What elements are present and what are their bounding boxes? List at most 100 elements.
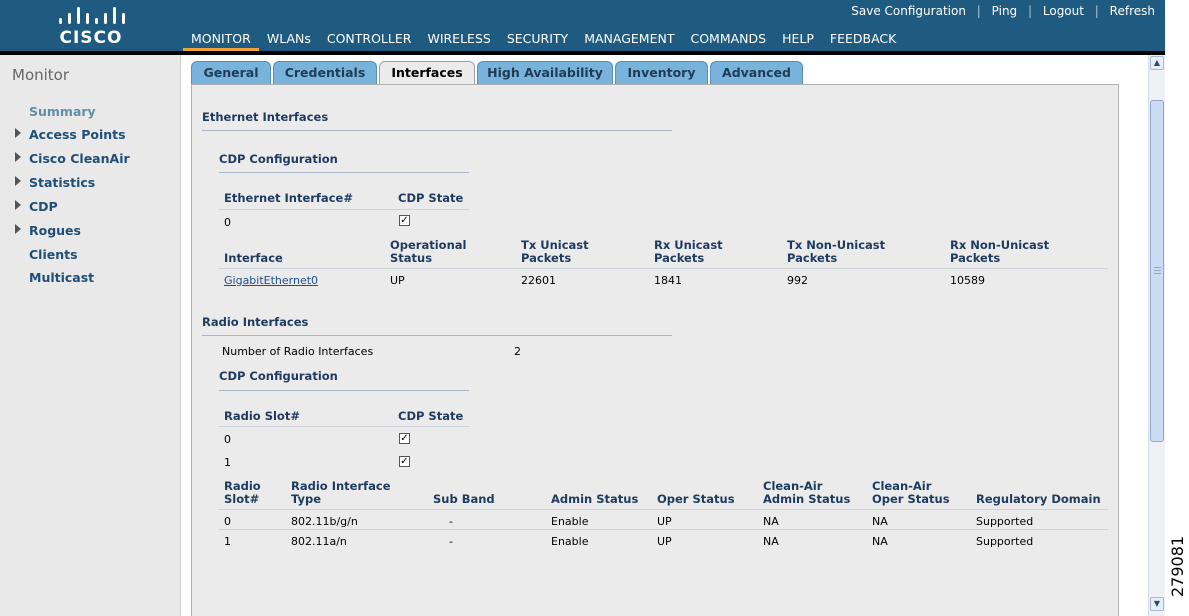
radio-interfaces-title: Radio Interfaces	[202, 315, 309, 329]
figure-number: 279081	[1168, 535, 1187, 597]
nav-management[interactable]: MANAGEMENT	[576, 31, 682, 51]
tab-general[interactable]: General	[191, 61, 271, 84]
oper-status-header: Oper Status	[657, 492, 735, 506]
cdp-state-checkbox[interactable]: ✓	[399, 456, 410, 467]
grip-line	[1154, 273, 1161, 274]
tx-unicast-header: Tx Unicast Packets	[521, 238, 589, 265]
divider	[219, 172, 469, 173]
sidebar-item-summary[interactable]: Summary	[29, 104, 96, 119]
ethernet-interfaces-title: Ethernet Interfaces	[202, 110, 329, 124]
nav-help[interactable]: HELP	[774, 31, 822, 51]
oper-status-value: UP	[657, 515, 672, 528]
ping-link[interactable]: Ping	[992, 4, 1018, 18]
sub-band-value: -	[449, 515, 453, 528]
radio-slot-value: 0	[224, 515, 231, 528]
radio-type-value: 802.11a/n	[291, 535, 347, 548]
radio-cdp-title: CDP Configuration	[219, 369, 338, 383]
tab-advanced[interactable]: Advanced	[710, 61, 803, 84]
sidebar: Monitor Summary Access Points Cisco Clea…	[0, 55, 181, 616]
cisco-logo: CISCO	[55, 6, 127, 48]
sidebar-item-clients[interactable]: Clients	[29, 247, 78, 262]
sidebar-item-cisco-cleanair[interactable]: Cisco CleanAir	[29, 151, 130, 166]
divider	[219, 529, 1108, 530]
vertical-scrollbar[interactable]: ▲ ▼	[1148, 55, 1165, 616]
divider	[219, 268, 1108, 269]
radio-slot-number: 0	[224, 433, 231, 446]
sidebar-item-access-points[interactable]: Access Points	[29, 127, 126, 142]
nav-wlans[interactable]: WLANs	[259, 31, 319, 51]
oper-status-value: UP	[657, 535, 672, 548]
cdp-state-checkbox[interactable]: ✓	[399, 433, 410, 444]
cleanair-oper-value: NA	[872, 515, 888, 528]
grip-line	[1154, 267, 1161, 268]
nav-wireless[interactable]: WIRELESS	[419, 31, 498, 51]
rx-unicast-header: Rx Unicast Packets	[654, 238, 723, 265]
scroll-up-icon[interactable]: ▲	[1150, 56, 1164, 70]
nav-monitor[interactable]: MONITOR	[183, 31, 259, 51]
scrollbar-thumb[interactable]	[1150, 100, 1164, 442]
expand-arrow-icon[interactable]	[15, 128, 21, 138]
tab-interfaces[interactable]: Interfaces	[379, 61, 475, 85]
sidebar-item-multicast[interactable]: Multicast	[29, 270, 94, 285]
cdp-state-header: CDP State	[398, 409, 464, 423]
cleanair-admin-value: NA	[763, 515, 779, 528]
tx-non-unicast-value: 992	[787, 274, 808, 287]
top-header: CISCO Save Configuration | Ping | Logout…	[0, 0, 1165, 51]
cleanair-admin-status-header: Clean-Air Admin Status	[763, 479, 851, 506]
ethernet-interface-number-header: Ethernet Interface#	[224, 191, 353, 205]
cleanair-admin-value: NA	[763, 535, 779, 548]
scroll-down-icon[interactable]: ▼	[1150, 597, 1164, 611]
divider	[219, 509, 1108, 510]
operational-status-value: UP	[390, 274, 405, 287]
expand-arrow-icon[interactable]	[15, 152, 21, 162]
tab-inventory[interactable]: Inventory	[615, 61, 708, 84]
radio-slot-header: Radio Slot#	[224, 479, 261, 506]
nav-controller[interactable]: CONTROLLER	[319, 31, 420, 51]
sidebar-item-cdp[interactable]: CDP	[29, 199, 58, 214]
radio-slot-header: Radio Slot#	[224, 409, 300, 423]
cisco-logo-text: CISCO	[59, 28, 123, 48]
nav-commands[interactable]: COMMANDS	[682, 31, 774, 51]
radio-slot-value: 1	[224, 535, 231, 548]
grip-line	[1154, 270, 1161, 271]
regulatory-value: Supported	[976, 515, 1034, 528]
cleanair-oper-value: NA	[872, 535, 888, 548]
nav-feedback[interactable]: FEEDBACK	[822, 31, 904, 51]
ethernet-interface-number: 0	[224, 216, 231, 229]
cdp-state-checkbox[interactable]: ✓	[399, 215, 410, 226]
separator: |	[1094, 4, 1099, 18]
interfaces-panel: Ethernet Interfaces CDP Configuration Et…	[191, 84, 1119, 616]
separator: |	[976, 4, 981, 18]
sub-band-header: Sub Band	[433, 492, 495, 506]
expand-arrow-icon[interactable]	[15, 224, 21, 234]
save-configuration-link[interactable]: Save Configuration	[851, 4, 966, 18]
gigabitethernet0-link[interactable]: GigabitEthernet0	[224, 274, 318, 287]
ethernet-cdp-title: CDP Configuration	[219, 152, 338, 166]
sub-band-value: -	[449, 535, 453, 548]
tab-high-availability[interactable]: High Availability	[477, 61, 613, 84]
cisco-logo-bars-icon	[59, 7, 125, 24]
tx-unicast-value: 22601	[521, 274, 556, 287]
refresh-link[interactable]: Refresh	[1110, 4, 1155, 18]
main-nav: MONITOR WLANs CONTROLLER WIRELESS SECURITY MA…	[183, 31, 904, 51]
expand-arrow-icon[interactable]	[15, 200, 21, 210]
expand-arrow-icon[interactable]	[15, 176, 21, 186]
logout-link[interactable]: Logout	[1043, 4, 1084, 18]
divider	[202, 130, 672, 131]
sidebar-item-statistics[interactable]: Statistics	[29, 175, 95, 190]
rx-unicast-value: 1841	[654, 274, 682, 287]
regulatory-value: Supported	[976, 535, 1034, 548]
divider	[219, 390, 469, 391]
admin-status-header: Admin Status	[551, 492, 639, 506]
nav-security[interactable]: SECURITY	[499, 31, 576, 51]
regulatory-domain-header: Regulatory Domain	[976, 492, 1101, 506]
radio-interface-type-header: Radio Interface Type	[291, 479, 391, 506]
divider	[219, 426, 469, 427]
rx-non-unicast-value: 10589	[950, 274, 985, 287]
separator: |	[1028, 4, 1033, 18]
radio-slot-number: 1	[224, 456, 231, 469]
sidebar-item-rogues[interactable]: Rogues	[29, 223, 81, 238]
interface-header: Interface	[224, 251, 283, 265]
tab-credentials[interactable]: Credentials	[273, 61, 377, 84]
radio-type-value: 802.11b/g/n	[291, 515, 358, 528]
